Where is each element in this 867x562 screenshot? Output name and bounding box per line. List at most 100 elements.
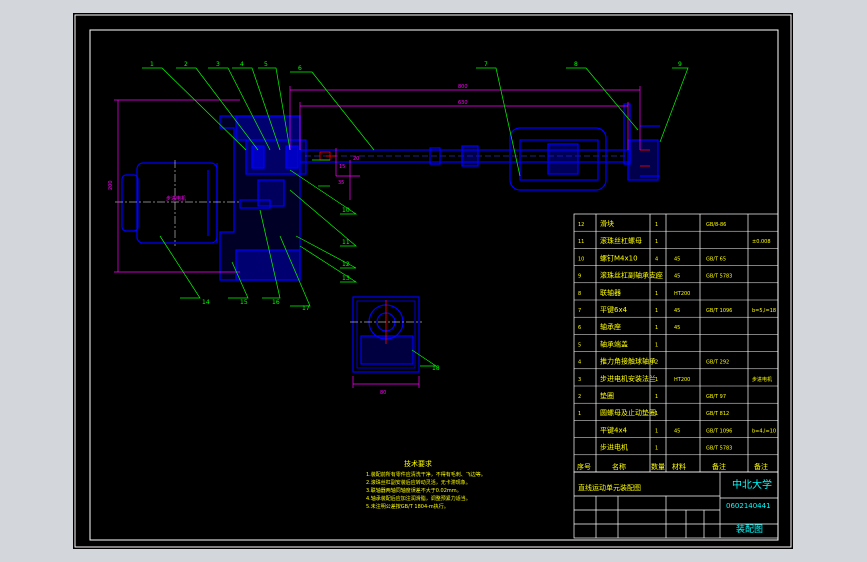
balloon: 5 [264,61,268,68]
balloon: 3 [216,61,220,68]
table-cell-no: 5 [578,342,581,348]
table-cell-qty: 1 [655,222,658,228]
screw-nut [547,143,579,175]
title-assembly-name: 直线运动单元装配图 [578,483,641,492]
table-cell-no: 1 [578,411,581,417]
table-cell-note: ±0.008 [752,239,771,245]
table-cell-name: 平键4x4 [600,425,628,434]
table-cell-qty: 1 [655,394,658,400]
table-cell-mat: 45 [674,256,680,262]
table-cell-mat: HT200 [674,377,690,383]
table-cell-qty: 1 [655,342,658,348]
table-cell-std: GB/T 1096 [706,308,732,314]
support-bearing-right [627,139,659,181]
dim-d3: 35 [338,180,344,186]
table-cell-mat: 45 [674,428,680,434]
header-qty: 数量 [651,462,665,471]
table-cell-name: 平键6x4 [600,305,628,314]
table-cell-qty: 1 [655,291,658,297]
motor-housing-hatch-top [235,115,301,141]
dim-overall-length: 800 [458,84,468,90]
table-cell-name: 垫圈 [600,391,614,400]
cad-drawing-canvas: 800 630 200 15 20 35 80 步进电机 1 2 3 4 5 6… [73,13,793,549]
motor-housing-hatch-bottom [235,249,301,281]
header-no: 序号 [577,462,591,471]
balloon: 7 [484,61,488,68]
table-cell-name: 轴承座 [600,322,621,331]
title-name: 装配图 [736,523,763,535]
balloon: 13 [342,275,350,282]
tech-item: 4.轴承装配后应加注润滑脂，调整预紧力适当。 [366,495,471,502]
title-company: 中北大学 [732,478,772,491]
tech-item: 5.未注明公差按GB/T 1804-m执行。 [366,503,449,510]
table-cell-name: 圆螺母及止动垫圈 [600,408,656,417]
table-cell-std: GB/T 812 [706,411,729,417]
dim-height: 200 [108,180,114,190]
motor-label: 步进电机 [166,195,186,202]
balloon: 8 [574,61,578,68]
table-cell-note: 步进电机 [752,376,772,383]
title-drawing-no: 0602140441 [726,502,771,510]
table-cell-mat: 45 [674,325,680,331]
table-cell-no: 8 [578,291,581,297]
balloon: 1 [150,61,154,68]
dim-box-width: 80 [380,390,386,396]
table-cell-qty: 1 [655,308,658,314]
table-cell-no: 7 [578,308,581,314]
table-cell-no: 9 [578,274,581,280]
table-cell-mat: 45 [674,274,680,280]
table-cell-name: 滚珠丝杠副轴承支座 [600,271,663,280]
table-cell-name: 联轴器 [600,288,621,297]
tech-item: 2.滚珠丝杠副安装后应转动灵活，无卡滞现象。 [366,479,471,486]
dim-screw-length: 630 [458,100,468,106]
header-std: 备注 [712,462,726,471]
balloon: 6 [298,65,302,72]
table-cell-qty: 1 [655,428,658,434]
balloon: 15 [240,299,248,306]
table-cell-qty: 1 [655,239,658,245]
table-cell-note: b=4,l=10 [752,428,776,434]
table-cell-no: 6 [578,325,581,331]
table-cell-qty: 1 [655,325,658,331]
table-cell-no: 11 [578,239,584,245]
table-cell-qty: 1 [655,411,658,417]
balloon: 17 [302,305,310,312]
table-cell-no: 12 [578,222,584,228]
table-cell-name: 螺钉M4x10 [600,253,638,262]
header-name: 名称 [612,462,626,471]
table-cell-name: 步进电机 [600,443,628,452]
table-cell-mat: 45 [674,308,680,314]
table-cell-std: GB/T 1096 [706,428,732,434]
table-cell-std: GB/T 65 [706,256,726,262]
table-cell-qty: 1 [655,377,658,383]
table-cell-qty: 1 [655,274,658,280]
balloon: 2 [184,61,188,68]
balloon: 10 [342,207,350,214]
table-cell-std: GB/T 97 [706,394,726,400]
balloon: 4 [240,61,244,68]
table-cell-name: 步进电机安装法兰 [600,374,656,383]
table-cell-name: 轴承端盖 [600,339,628,348]
coupling [257,179,285,207]
table-cell-std: GB/8-86 [706,222,726,228]
dim-d2: 20 [353,156,359,162]
tech-item: 3.联轴器两轴同轴度误差不大于0.02mm。 [366,487,462,494]
balloon: 12 [342,261,350,268]
table-cell-note: b=5,l=18 [752,308,776,314]
table-cell-no: 10 [578,256,584,262]
table-cell-qty: 2 [655,360,658,366]
balloon: 11 [342,239,350,246]
table-cell-std: GB/T 292 [706,360,729,366]
table-cell-no: 3 [578,377,581,383]
table-cell-std: GB/T 5783 [706,446,732,452]
header-note: 备注 [754,462,768,471]
balloon: 16 [272,299,280,306]
table-cell-name: 滑块 [600,219,614,228]
balloon: 14 [202,299,210,306]
header-mat: 材料 [672,462,686,471]
table-cell-std: GB/T 5783 [706,274,732,280]
tech-item: 1.装配前所有零件应清洗干净，不得有毛刺、飞边等。 [366,471,486,478]
table-cell-qty: 4 [655,256,658,262]
table-cell-name: 推力角接触球轴承 [600,357,656,366]
tech-heading: 技术要求 [404,459,432,468]
